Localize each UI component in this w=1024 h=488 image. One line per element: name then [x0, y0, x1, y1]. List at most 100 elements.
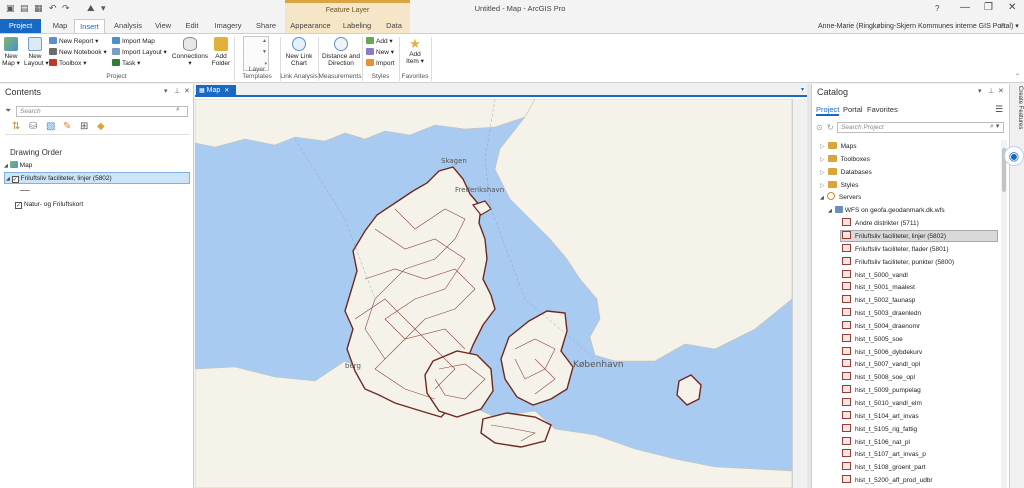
visibility-checkbox[interactable]: ✓	[11, 176, 19, 183]
close-pane-icon[interactable]: ✕	[184, 87, 190, 95]
distance-direction-button[interactable]: Distance and Direction	[320, 37, 362, 67]
filter-icon[interactable]: ⏷	[5, 106, 11, 116]
catalog-menu-icon[interactable]: ☰	[995, 104, 1003, 115]
tab-imagery[interactable]: Imagery	[209, 19, 247, 33]
tab-analysis[interactable]: Analysis	[110, 19, 146, 33]
map-view[interactable]: ▦ Map ✕ ▾ Skagen Frederikshavn København…	[195, 84, 807, 488]
catalog-item[interactable]: ◢ Servers	[820, 192, 861, 203]
expand-chevron-icon[interactable]: ▷	[820, 183, 825, 189]
help-button[interactable]: ?	[935, 4, 939, 13]
catalog-scrollbar[interactable]	[1001, 140, 1007, 488]
user-account[interactable]: Anne-Marie (Ringkøbing-Skjern Kommunes i…	[818, 22, 1019, 30]
styles-import-button[interactable]: Import	[366, 59, 394, 68]
tab-appearance[interactable]: Appearance	[285, 19, 336, 33]
connections-button[interactable]: Connections ▾	[171, 37, 209, 67]
catalog-item[interactable]: hist_t_5104_art_invas	[842, 410, 919, 422]
tab-insert[interactable]: Insert	[74, 19, 105, 33]
gallery-up-icon[interactable]: ▲	[262, 38, 267, 44]
tab-data[interactable]: Data	[378, 19, 410, 33]
task-button[interactable]: Task ▾	[112, 59, 140, 68]
expand-chevron-icon[interactable]: ▷	[820, 170, 825, 176]
notifications-icon[interactable]: ⍾	[1000, 21, 1005, 31]
pane-menu-icon[interactable]: ▾	[978, 87, 982, 95]
search-icon[interactable]: ⌕	[176, 106, 180, 114]
catalog-item[interactable]: Andre distrikter (5711)	[842, 218, 919, 229]
assistant-icon[interactable]: ◉	[1004, 146, 1024, 166]
new-project-icon[interactable]: ▣	[6, 3, 15, 14]
catalog-item[interactable]: hist_t_5105_rig_fattig	[842, 423, 917, 435]
catalog-item[interactable]: hist_t_5007_vandl_opl	[842, 359, 920, 370]
gallery-down-icon[interactable]: ▼	[262, 49, 267, 55]
close-map-tab-icon[interactable]: ✕	[224, 88, 229, 94]
add-folder-button[interactable]: Add Folder	[209, 37, 233, 67]
layer-friluftsliv-linjer[interactable]: ◢ ✓ Friluftsliv faciliteter, linjer (5802…	[6, 173, 112, 184]
catalog-item[interactable]: hist_t_5004_draenomr	[842, 320, 920, 332]
catalog-item[interactable]: Friluftsliv faciliteter, flader (5801)	[842, 243, 949, 255]
toolbox-button[interactable]: Toolbox ▾	[49, 59, 86, 68]
import-layout-button[interactable]: Import Layout ▾	[112, 48, 167, 57]
styles-add-button[interactable]: Add ▾	[366, 37, 393, 46]
new-link-chart-button[interactable]: New Link Chart	[283, 37, 315, 67]
catalog-item[interactable]: hist_t_5107_art_invas_p	[842, 449, 926, 460]
collapse-ribbon-icon[interactable]: ⌃	[1015, 73, 1020, 80]
collapse-chevron-icon[interactable]: ◢	[828, 208, 832, 214]
pin-icon[interactable]: ⊥	[174, 87, 180, 95]
catalog-tab-favorites[interactable]: Favorites	[867, 105, 898, 114]
catalog-item[interactable]: hist_t_5005_soe	[842, 333, 903, 345]
create-features-tab[interactable]: Create Features	[1012, 86, 1023, 134]
close-button[interactable]: ✕	[1008, 2, 1016, 13]
expand-icon[interactable]: ◢	[6, 176, 10, 182]
list-by-source-icon[interactable]: ⛁	[29, 121, 37, 132]
map-canvas[interactable]	[195, 99, 792, 488]
contents-search-input[interactable]: Search	[16, 106, 188, 117]
catalog-item[interactable]: hist_t_5008_soe_opl	[842, 372, 915, 383]
visibility-checkbox[interactable]: ✓	[15, 202, 22, 209]
refresh-icon[interactable]: ↻	[827, 123, 834, 132]
catalog-item[interactable]: ▷ Styles	[820, 180, 858, 191]
map-node[interactable]: ◢ Map	[4, 160, 32, 171]
catalog-item[interactable]: hist_t_5200_aff_prod_udbr	[842, 475, 933, 486]
tab-share[interactable]: Share	[251, 19, 281, 33]
catalog-item[interactable]: hist_t_5006_dybdekurv	[842, 346, 922, 358]
catalog-item[interactable]: ▷ Maps	[820, 141, 857, 152]
back-icon[interactable]: ⊙	[816, 123, 823, 132]
catalog-item[interactable]: Friluftsliv faciliteter, linjer (5802)	[842, 230, 946, 242]
catalog-item[interactable]: ▷ Toolboxes	[820, 154, 870, 165]
undo-icon[interactable]: ↶	[49, 3, 57, 14]
expand-chevron-icon[interactable]: ▷	[820, 144, 825, 150]
new-notebook-button[interactable]: New Notebook ▾	[49, 48, 107, 57]
pane-menu-icon[interactable]: ▾	[164, 87, 168, 95]
catalog-item[interactable]: hist_t_5003_draenledn	[842, 308, 921, 319]
restore-button[interactable]: ❐	[984, 2, 993, 13]
new-layout-button[interactable]: New Layout ▾	[24, 37, 49, 67]
import-map-button[interactable]: Import Map	[112, 37, 155, 46]
list-by-selection-icon[interactable]: ▧	[46, 121, 55, 132]
catalog-item[interactable]: hist_t_5106_nat_pl	[842, 436, 910, 448]
catalog-item[interactable]: hist_t_5002_faunasp	[842, 295, 915, 306]
tab-view[interactable]: View	[151, 19, 175, 33]
new-map-button[interactable]: New Map ▾	[2, 37, 20, 67]
open-icon[interactable]: ▤	[20, 3, 29, 14]
catalog-item[interactable]: hist_t_5001_maalest	[842, 282, 915, 293]
catalog-item[interactable]: hist_t_5010_vandl_elm	[842, 398, 922, 409]
search-icon[interactable]: ⌕ ▾	[990, 122, 999, 131]
catalog-search-input[interactable]: Search Project	[837, 122, 1004, 133]
tab-labeling[interactable]: Labeling	[336, 19, 378, 33]
styles-new-button[interactable]: New ▾	[366, 48, 394, 57]
catalog-item[interactable]: ▷ Databases	[820, 167, 872, 178]
tab-project[interactable]: Project	[0, 19, 41, 33]
close-pane-icon[interactable]: ✕	[998, 87, 1004, 95]
save-icon[interactable]: ▦	[34, 3, 43, 14]
list-by-drawing-order-icon[interactable]: ⇅	[12, 121, 20, 132]
list-by-editing-icon[interactable]: ✎	[63, 121, 71, 132]
tab-edit[interactable]: Edit	[180, 19, 204, 33]
minimize-button[interactable]: —	[960, 2, 970, 13]
pin-icon[interactable]: ⊥	[988, 87, 994, 95]
add-item-button[interactable]: ★ Add Item ▾	[402, 37, 428, 66]
catalog-item[interactable]: hist_t_5108_groent_part	[842, 462, 925, 473]
catalog-tab-project[interactable]: Project	[816, 105, 840, 116]
catalog-item[interactable]: hist_t_5009_pumpelag	[842, 385, 921, 396]
expand-chevron-icon[interactable]: ▷	[820, 157, 825, 163]
new-report-button[interactable]: New Report ▾	[49, 37, 98, 46]
collapse-chevron-icon[interactable]: ◢	[820, 195, 824, 201]
